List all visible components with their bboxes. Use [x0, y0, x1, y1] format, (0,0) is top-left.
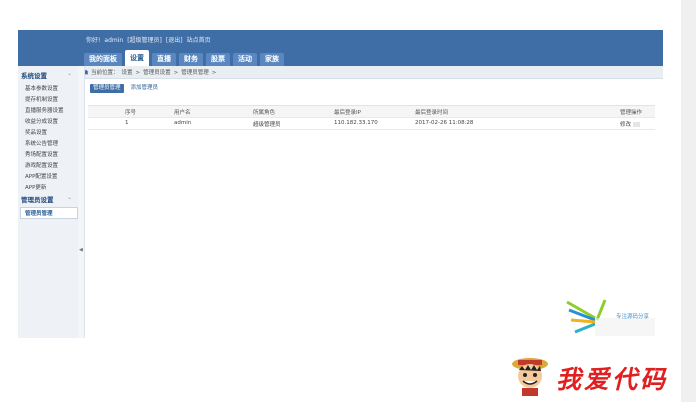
- sidebar-item-app-config[interactable]: APP配置设置: [25, 172, 57, 180]
- collapse-arrow-icon[interactable]: ◀: [79, 247, 83, 253]
- sidebar-item-live-server[interactable]: 直播服务器设置: [25, 106, 64, 114]
- content-tabs: 管理员管理 添加管理员: [90, 84, 161, 94]
- column-header: 序号: [125, 110, 137, 116]
- greeting-text: 你好!: [86, 37, 101, 44]
- sidebar-section-admin[interactable]: 管理员设置 ⌄: [18, 192, 78, 204]
- table-row: 1 admin 超级管理员 110.182.33.170 2017-02-26 …: [88, 118, 655, 130]
- table-cell: 1: [125, 120, 129, 126]
- logout-link[interactable]: [退出]: [166, 37, 183, 44]
- delete-action-placeholder[interactable]: [633, 122, 641, 127]
- tab-stocks[interactable]: 股票: [206, 53, 230, 66]
- tab-family[interactable]: 家族: [260, 53, 284, 66]
- mascot-icon: [512, 358, 548, 396]
- column-header: 所属角色: [253, 110, 276, 116]
- admin-table: 序号 用户名 所属角色 最后登录IP 最后登录时间 管理操作 1 admin 超…: [88, 105, 655, 130]
- breadcrumb-label: 当前位置：: [91, 70, 119, 76]
- chevron-down-icon: ⌄: [66, 194, 72, 201]
- sidebar-section-system[interactable]: 系统设置 ⌄: [18, 68, 78, 80]
- top-header: 你好! admin [超级管理员] [退出] 站点首页 我的面板 设置 直播 财务 股票…: [18, 30, 663, 66]
- watermark-logo-icon: [566, 299, 655, 336]
- breadcrumb: 当前位置： 设置 > 管理员设置 > 管理员管理 >: [18, 66, 663, 79]
- edit-link[interactable]: 修改: [620, 122, 631, 128]
- username: admin: [104, 37, 124, 44]
- sidebar-item-withdraw[interactable]: 提存机制设置: [25, 95, 58, 103]
- watermark-tagline: 专注源码分享: [616, 314, 650, 320]
- sidebar: 系统设置 ⌄ 基本参数设置 提存机制设置 直播服务器设置 收益分成设置 奖品设置…: [18, 66, 79, 338]
- sidebar-item-app-update[interactable]: APP更新: [25, 183, 46, 191]
- sidebar-section-title: 系统设置: [21, 72, 47, 80]
- column-header: 最后登录时间: [415, 110, 449, 116]
- breadcrumb-item[interactable]: 管理员设置: [143, 70, 171, 76]
- sidebar-item-announcements[interactable]: 系统公告管理: [25, 139, 58, 147]
- tab-live[interactable]: 直播: [152, 53, 176, 66]
- chevron-down-icon: ⌄: [66, 70, 72, 77]
- welcome-bar: 你好! admin [超级管理员] [退出] 站点首页: [86, 35, 215, 44]
- breadcrumb-separator: >: [173, 70, 179, 76]
- sidebar-item-game-config[interactable]: 游戏配置设置: [25, 161, 58, 169]
- window-scrollbar[interactable]: [681, 0, 696, 402]
- sidebar-item-admin-manage[interactable]: 管理员管理: [20, 207, 78, 219]
- breadcrumb-item[interactable]: 设置: [122, 70, 133, 76]
- subtab-admin-manage[interactable]: 管理员管理: [90, 84, 124, 93]
- sidebar-item-show-config[interactable]: 秀场配置设置: [25, 150, 58, 158]
- table-cell-actions: 修改: [620, 120, 641, 128]
- sidebar-item-basic-params[interactable]: 基本参数设置: [25, 84, 58, 92]
- column-header: 用户名: [174, 110, 191, 116]
- role-tag: [超级管理员]: [127, 37, 162, 44]
- table-cell: 超级管理员: [253, 122, 281, 128]
- sidebar-item-prizes[interactable]: 奖品设置: [25, 128, 47, 136]
- table-cell: admin: [174, 120, 192, 126]
- table-cell: 2017-02-26 11:08:28: [415, 120, 474, 126]
- tab-settings[interactable]: 设置: [125, 50, 149, 66]
- breadcrumb-separator: >: [211, 70, 217, 76]
- tab-dashboard[interactable]: 我的面板: [84, 53, 122, 66]
- tab-finance[interactable]: 财务: [179, 53, 203, 66]
- table-header-row: 序号 用户名 所属角色 最后登录IP 最后登录时间 管理操作: [88, 105, 655, 118]
- watermark-brand: 我爱代码: [556, 365, 669, 394]
- sidebar-collapse-handle[interactable]: [78, 66, 85, 338]
- site-home-link[interactable]: 站点首页: [187, 37, 211, 44]
- sidebar-item-label: 管理员管理: [25, 211, 53, 217]
- sidebar-section-title: 管理员设置: [21, 196, 54, 204]
- column-header: 最后登录IP: [334, 110, 361, 116]
- breadcrumb-separator: >: [135, 70, 141, 76]
- admin-page: 你好! admin [超级管理员] [退出] 站点首页 我的面板 设置 直播 财务 股票…: [18, 30, 663, 338]
- column-header: 管理操作: [620, 110, 643, 116]
- breadcrumb-item[interactable]: 管理员管理: [181, 70, 209, 76]
- main-nav: 我的面板 设置 直播 财务 股票 活动 家族: [84, 50, 284, 66]
- subtab-add-admin[interactable]: 添加管理员: [128, 84, 162, 93]
- sidebar-item-revenue-share[interactable]: 收益分成设置: [25, 117, 58, 125]
- table-cell: 110.182.33.170: [334, 120, 378, 126]
- tab-events[interactable]: 活动: [233, 53, 257, 66]
